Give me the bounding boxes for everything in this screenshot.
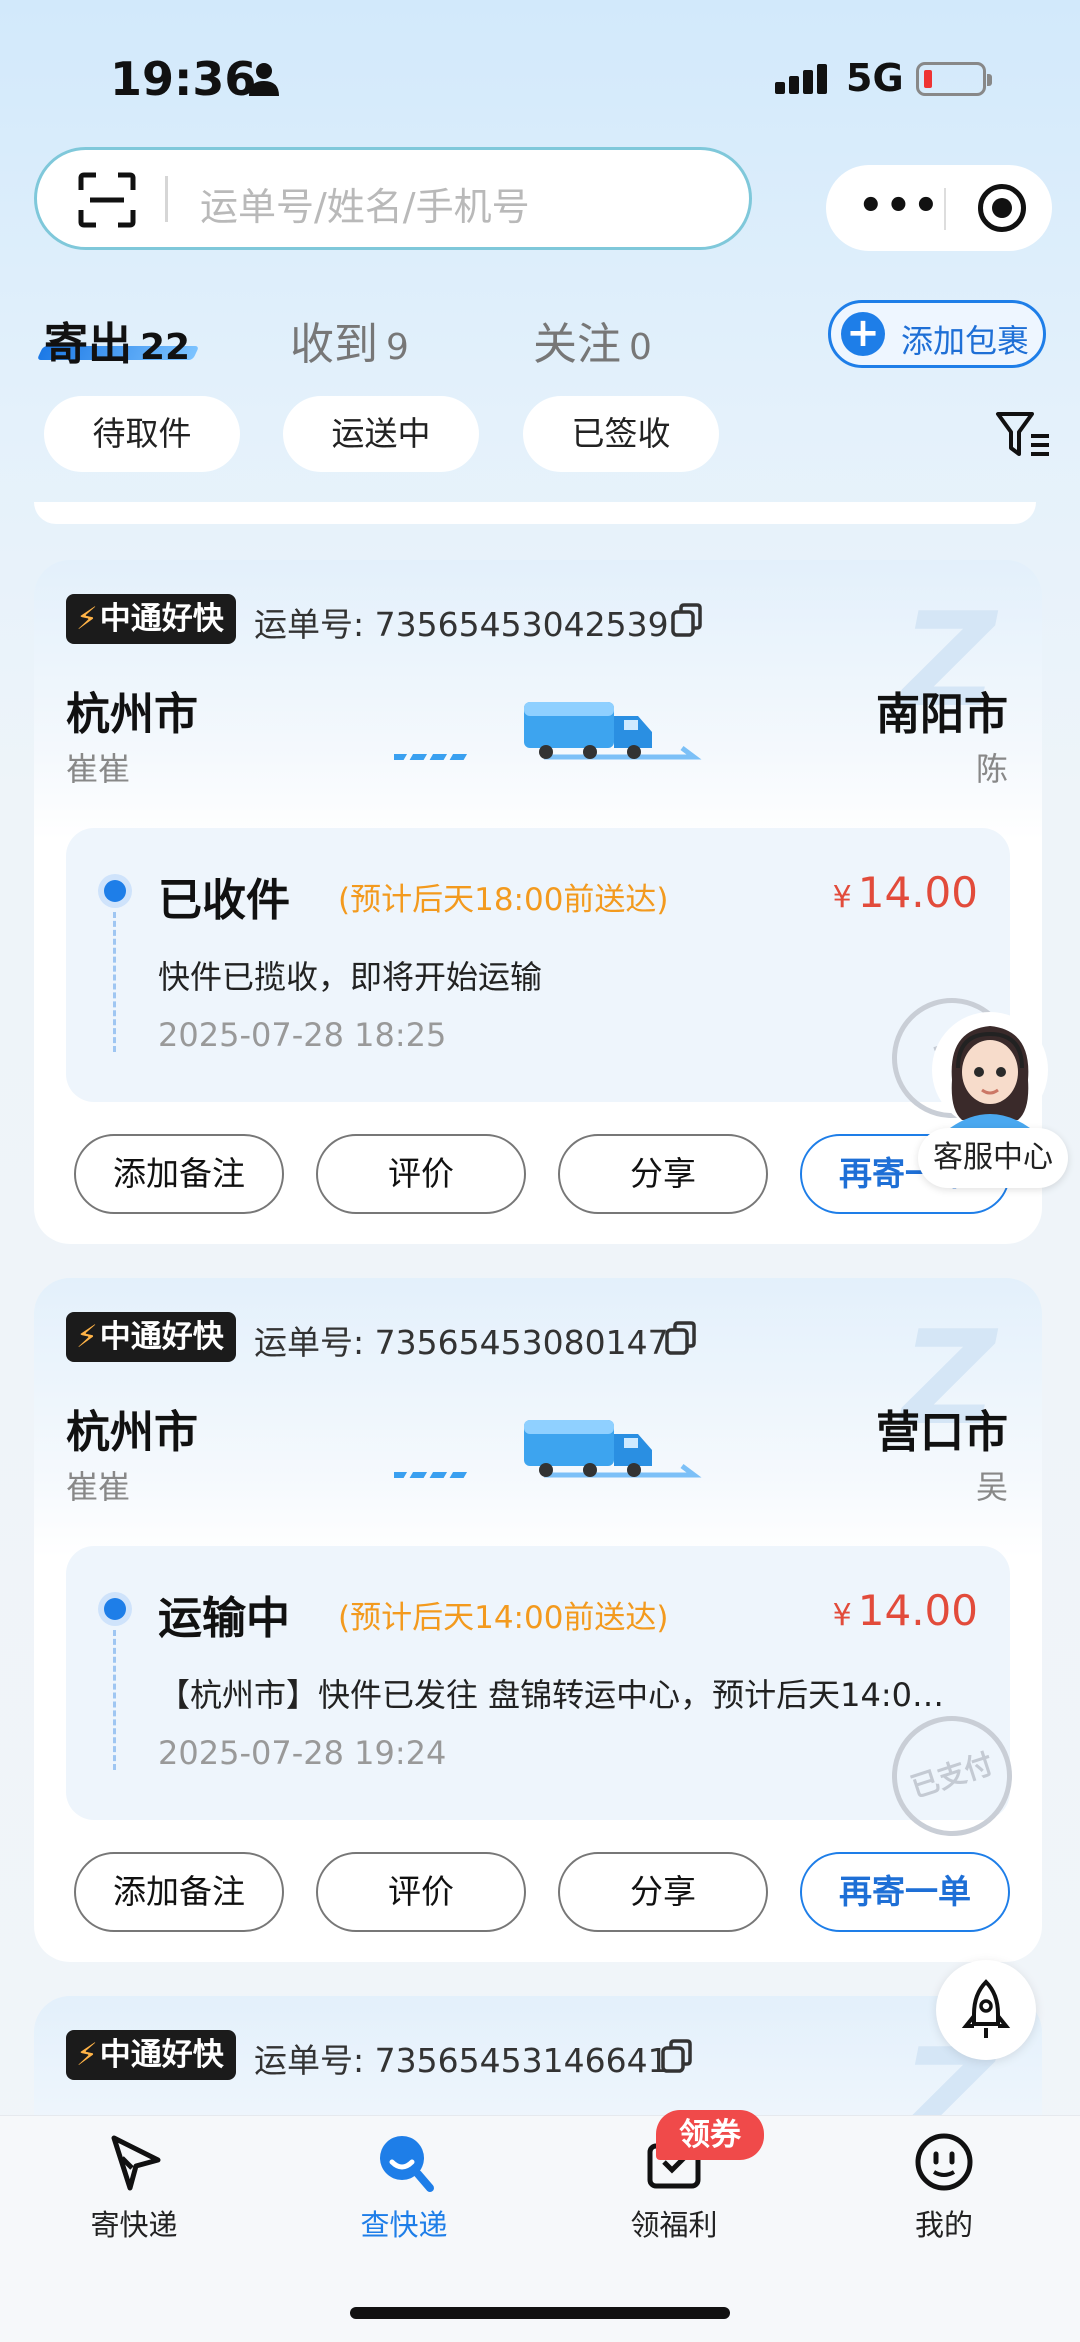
- status-title: 已收件: [158, 875, 290, 926]
- add-note-button[interactable]: 添加备注: [74, 1134, 284, 1214]
- brand-badge: ⚡中通好快: [66, 1312, 236, 1362]
- person-icon: [249, 63, 279, 96]
- status-time: 2025-07-28 19:24: [158, 1734, 447, 1772]
- share-button[interactable]: 分享: [558, 1134, 768, 1214]
- package-card[interactable]: Z ⚡中通好快 运单号: 73565453080147 杭州市 崔崔 营口市 吴…: [34, 1278, 1042, 1962]
- eta-text: (预计后天18:00前送达): [338, 882, 669, 918]
- previous-card-edge: [34, 502, 1036, 524]
- reship-button[interactable]: 再寄一单: [800, 1852, 1010, 1932]
- nav-profile[interactable]: 我的: [864, 2130, 1024, 2244]
- bolt-icon: ⚡: [76, 1319, 98, 1355]
- network-type: 5G: [846, 56, 904, 100]
- tab-sent[interactable]: 寄出 22: [44, 308, 190, 372]
- destination-city: 南阳市: [876, 689, 1008, 740]
- coupon-badge[interactable]: 领券: [656, 2110, 764, 2160]
- search-divider: [165, 176, 168, 222]
- capsule-divider: [944, 188, 946, 230]
- nav-send[interactable]: 寄快递: [54, 2130, 214, 2244]
- share-button[interactable]: 分享: [558, 1852, 768, 1932]
- search-icon: [380, 2136, 434, 2192]
- brand-badge: ⚡中通好快: [66, 2030, 236, 2080]
- waybill-number: 运单号: 73565453080147: [254, 1323, 669, 1362]
- battery-icon: [916, 62, 992, 96]
- filter-icon[interactable]: [995, 410, 1051, 460]
- more-icon[interactable]: •••: [858, 186, 941, 226]
- rocket-icon: [961, 1979, 1011, 2038]
- add-note-button[interactable]: 添加备注: [74, 1852, 284, 1932]
- status-title: 运输中: [158, 1593, 290, 1644]
- back-to-top-button[interactable]: [936, 1960, 1036, 2060]
- timeline-line: [113, 912, 116, 1052]
- signal-icon: [775, 64, 827, 94]
- review-button[interactable]: 评价: [316, 1852, 526, 1932]
- filter-pending-pickup[interactable]: 待取件: [44, 396, 240, 472]
- status-detail: 【杭州市】快件已发往 盘锦转运中心，预计后天14:00前送达: [158, 1676, 958, 1714]
- recipient-name: 吴: [975, 1468, 1008, 1506]
- timeline-dot: [104, 1598, 126, 1620]
- origin-city: 杭州市: [66, 1407, 198, 1458]
- price: ¥14.00: [832, 868, 978, 917]
- customer-service-button[interactable]: 客服中心: [918, 1128, 1068, 1188]
- waybill-number: 运单号: 73565453042539: [254, 605, 669, 644]
- brand-badge: ⚡中通好快: [66, 594, 236, 644]
- eta-text: (预计后天14:00前送达): [338, 1600, 669, 1636]
- recipient-name: 陈: [975, 750, 1008, 788]
- sender-name: 崔崔: [66, 1468, 131, 1506]
- status-time: 19:36: [110, 52, 257, 106]
- review-button[interactable]: 评价: [316, 1134, 526, 1214]
- destination-city: 营口市: [876, 1407, 1008, 1458]
- copy-icon[interactable]: [660, 2038, 694, 2074]
- tab-following[interactable]: 关注 0: [533, 308, 652, 372]
- truck-icon: [394, 1420, 702, 1478]
- package-card[interactable]: Z ⚡中通好快 运单号: 73565453042539 杭州市 崔崔 南阳市 陈…: [34, 560, 1042, 1244]
- send-icon: [111, 2135, 161, 2191]
- home-indicator: [350, 2307, 730, 2319]
- add-package-button[interactable]: + 添加包裹: [828, 300, 1046, 368]
- close-target-icon[interactable]: [978, 184, 1026, 232]
- scan-icon[interactable]: [78, 172, 136, 228]
- origin-city: 杭州市: [66, 689, 198, 740]
- nav-track[interactable]: 查快递: [324, 2130, 484, 2244]
- copy-icon[interactable]: [664, 1320, 698, 1356]
- search-input[interactable]: 运单号/姓名/手机号: [200, 176, 530, 231]
- price: ¥14.00: [832, 1586, 978, 1635]
- copy-icon[interactable]: [670, 602, 704, 638]
- waybill-number: 运单号: 73565453146641: [254, 2041, 669, 2080]
- profile-icon: [915, 2133, 973, 2191]
- plus-icon: +: [841, 312, 885, 356]
- bolt-icon: ⚡: [76, 2037, 98, 2073]
- timeline-dot: [104, 880, 126, 902]
- paid-stamp: 已支付: [876, 1700, 1028, 1852]
- status-time: 2025-07-28 18:25: [158, 1016, 447, 1054]
- tab-received[interactable]: 收到 9: [290, 308, 409, 372]
- filter-in-transit[interactable]: 运送中: [283, 396, 479, 472]
- truck-icon: [394, 702, 702, 760]
- bolt-icon: ⚡: [76, 601, 98, 637]
- tracking-status-panel[interactable]: 已收件 (预计后天18:00前送达) ¥14.00 快件已揽收，即将开始运输 2…: [66, 828, 1028, 1134]
- filter-delivered[interactable]: 已签收: [523, 396, 719, 472]
- sender-name: 崔崔: [66, 750, 131, 788]
- status-detail: 快件已揽收，即将开始运输: [158, 958, 543, 996]
- tracking-status-panel[interactable]: 运输中 (预计后天14:00前送达) ¥14.00 【杭州市】快件已发往 盘锦转…: [66, 1546, 1028, 1852]
- timeline-line: [113, 1630, 116, 1770]
